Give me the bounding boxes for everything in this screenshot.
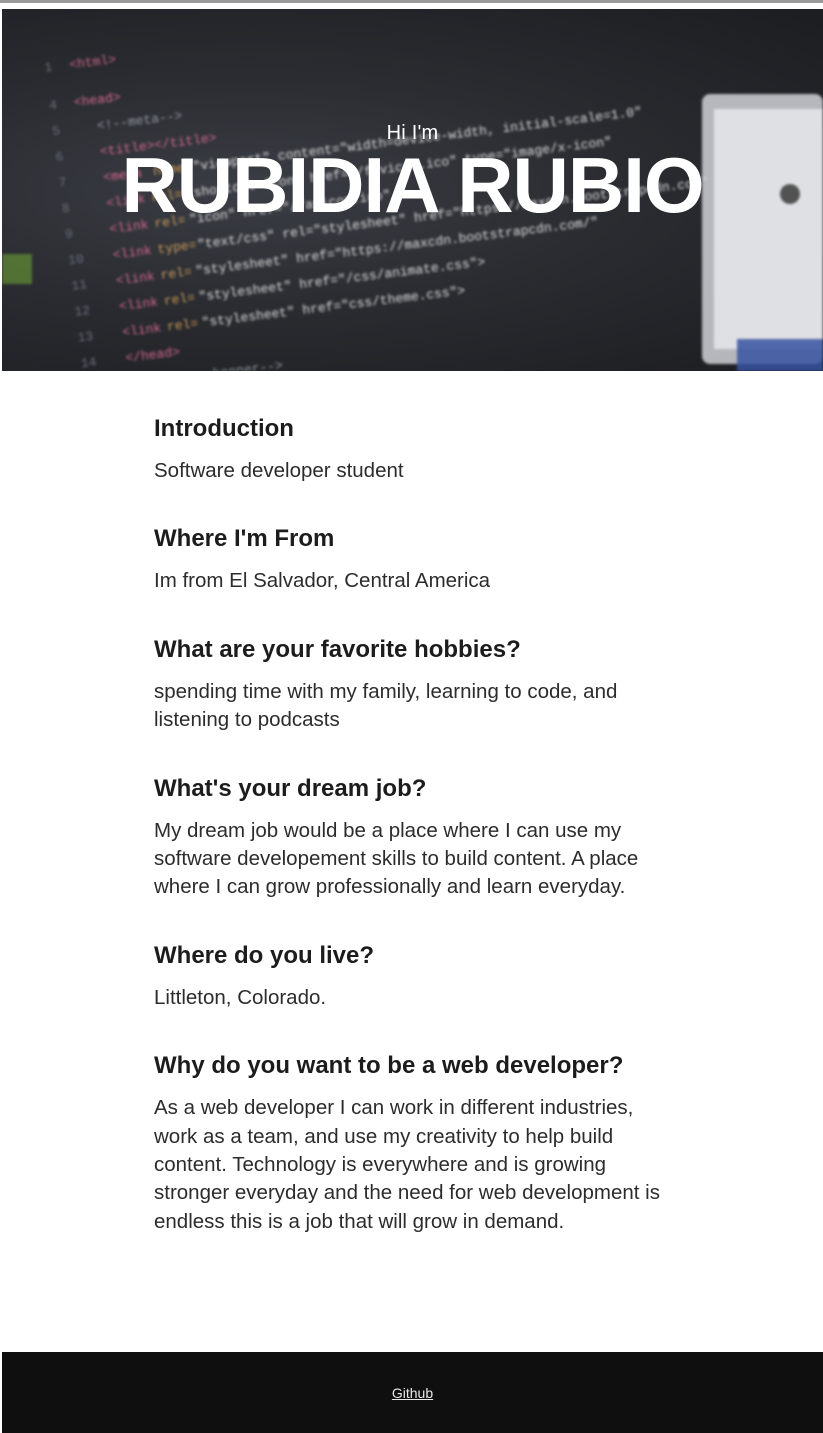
section-heading: Why do you want to be a web developer? xyxy=(154,1052,624,1080)
section-body: Software developer student xyxy=(154,459,404,482)
github-link[interactable]: Github xyxy=(392,1385,433,1401)
section-where-from: Where I'm From Im from El Salvador, Cent… xyxy=(154,523,674,595)
hero-text: Hi I'm RUBIDIA RUBIO xyxy=(2,9,823,371)
section-heading: Where do you live? xyxy=(154,941,375,969)
section-body: My dream job would be a place where I ca… xyxy=(154,818,639,899)
section-where-live: Where do you live? Littleton, Colorado. xyxy=(154,940,674,1012)
section-heading: Where I'm From xyxy=(154,525,335,553)
section-heading: What's your dream job? xyxy=(154,774,427,802)
section-heading: Introduction xyxy=(154,415,294,442)
section-dream-job: What's your dream job? My dream job woul… xyxy=(154,773,674,902)
section-introduction: Introduction Software developer student xyxy=(154,413,674,485)
section-body: As a web developer I can work in differe… xyxy=(154,1096,660,1233)
section-hobbies: What are your favorite hobbies? spending… xyxy=(154,634,674,735)
hero-banner: 1 <html> 4 <head> 5 <!--meta--> 6 <title… xyxy=(2,9,823,371)
page-footer: Github xyxy=(2,1352,823,1433)
top-border xyxy=(0,0,823,3)
section-heading: What are your favorite hobbies? xyxy=(154,635,521,663)
section-body: Littleton, Colorado. xyxy=(154,985,327,1009)
section-why-web-dev: Why do you want to be a web developer? A… xyxy=(154,1050,674,1236)
main-content: Introduction Software developer student … xyxy=(154,398,674,1236)
hero-name: RUBIDIA RUBIO xyxy=(121,141,704,229)
section-body: Im from El Salvador, Central America xyxy=(154,569,491,593)
section-body: spending time with my family, learning t… xyxy=(154,679,618,732)
